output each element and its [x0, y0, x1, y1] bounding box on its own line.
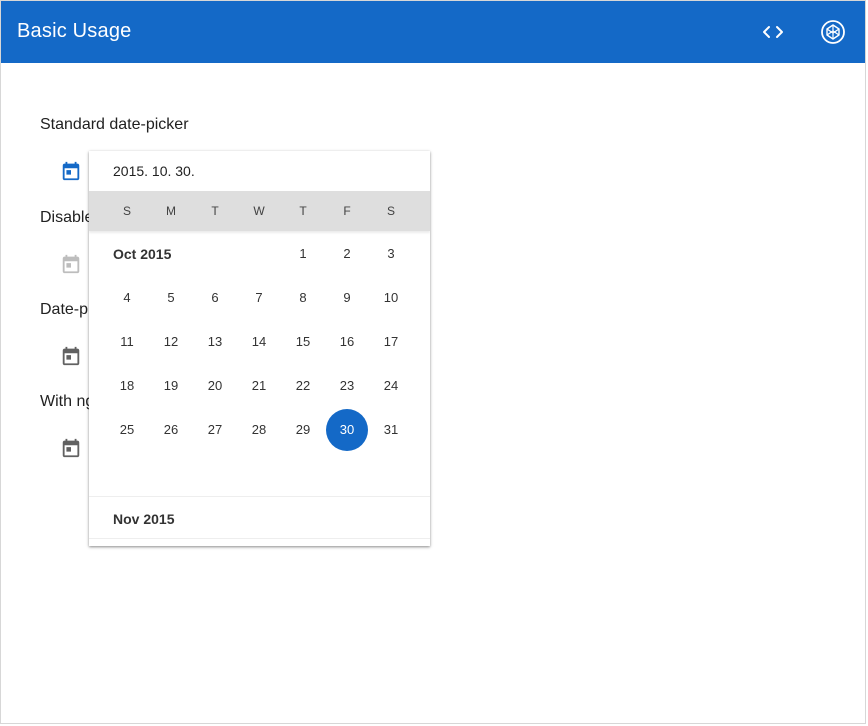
calendar-day[interactable]: 22 [282, 365, 324, 407]
calendar-day[interactable]: 13 [194, 321, 236, 363]
calendar-day[interactable]: 1 [282, 233, 324, 275]
calendar-day[interactable]: 24 [370, 365, 412, 407]
calendar-day[interactable]: 31 [370, 409, 412, 451]
calendar-day[interactable]: 5 [150, 277, 192, 319]
calendar-day[interactable]: 28 [238, 409, 280, 451]
calendar-day[interactable]: 4 [106, 277, 148, 319]
calendar-day[interactable]: 18 [106, 365, 148, 407]
month-divider [89, 496, 430, 497]
codepen-icon[interactable] [818, 17, 848, 47]
calendar-day[interactable]: 6 [194, 277, 236, 319]
calendar-day[interactable]: 9 [326, 277, 368, 319]
calendar-day[interactable]: 10 [370, 277, 412, 319]
weekday-label: T [211, 204, 219, 218]
section-label-date-p: Date-p [40, 301, 89, 318]
calendar-day[interactable]: 27 [194, 409, 236, 451]
calendar-day[interactable]: 21 [238, 365, 280, 407]
section-label-standard: Standard date-picker [40, 116, 189, 133]
weekday-label: S [386, 204, 395, 218]
month-label-oct: Oct 2015 [113, 246, 172, 262]
calendar-day[interactable]: 7 [238, 277, 280, 319]
weekday-label: T [299, 204, 307, 218]
calendar-day[interactable]: 15 [282, 321, 324, 363]
month-label-nov: Nov 2015 [113, 511, 175, 527]
date-picker-popup: 2015. 10. 30. S M T W T F S Oct 2015 123… [89, 151, 430, 546]
calendar-icon[interactable] [60, 437, 82, 459]
code-brackets-icon[interactable] [758, 17, 788, 47]
calendar-day[interactable]: 25 [106, 409, 148, 451]
weekday-label: W [253, 204, 265, 218]
weekday-label: F [343, 204, 351, 218]
month-divider [89, 538, 430, 539]
calendar-day[interactable]: 12 [150, 321, 192, 363]
toolbar: Basic Usage [1, 1, 865, 63]
calendar-day[interactable]: 11 [106, 321, 148, 363]
toolbar-title: Basic Usage [17, 20, 132, 42]
calendar-day[interactable]: 29 [282, 409, 324, 451]
section-label-disabled: Disable [40, 209, 94, 226]
calendar-day[interactable]: 2 [326, 233, 368, 275]
calendar-day-selected[interactable]: 30 [326, 409, 368, 451]
calendar-day[interactable]: 16 [326, 321, 368, 363]
calendar-day[interactable]: 23 [326, 365, 368, 407]
calendar-day[interactable]: 17 [370, 321, 412, 363]
calendar-day[interactable]: 19 [150, 365, 192, 407]
section-label-with-ng: With ng [40, 393, 95, 410]
calendar-icon [60, 253, 82, 275]
calendar-icon[interactable] [60, 345, 82, 367]
date-input[interactable]: 2015. 10. 30. [113, 163, 195, 179]
weekday-label: M [166, 204, 176, 218]
weekday-header: S M T W T F S [89, 191, 430, 231]
weekday-label: S [122, 204, 131, 218]
calendar-icon[interactable] [60, 160, 82, 182]
calendar-day[interactable]: 8 [282, 277, 324, 319]
calendar-day[interactable]: 3 [370, 233, 412, 275]
calendar-day[interactable]: 14 [238, 321, 280, 363]
calendar-day[interactable]: 20 [194, 365, 236, 407]
calendar-day[interactable]: 26 [150, 409, 192, 451]
